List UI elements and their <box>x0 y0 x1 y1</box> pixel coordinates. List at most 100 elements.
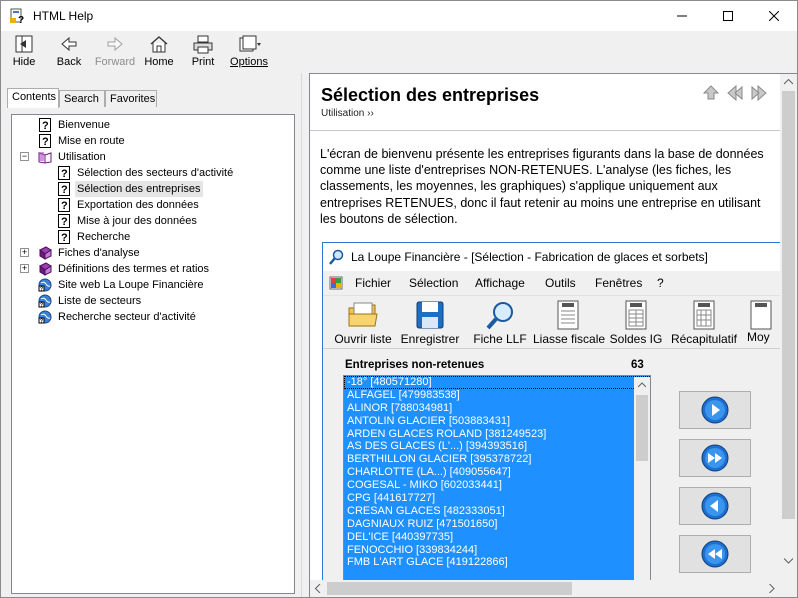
list-item[interactable]: FENOCCHIO [339834244] <box>344 544 650 557</box>
tree-item-label: Fiches d'analyse <box>58 247 140 259</box>
tree-item-label: Liste de secteurs <box>58 295 142 307</box>
web-link-icon: ? <box>38 278 52 292</box>
navigation-pane: Contents Search Favorites ? Bienvenue ? … <box>1 73 301 597</box>
list-item[interactable]: DAGNIAUX RUIZ [471501650] <box>344 518 650 531</box>
maximize-icon <box>723 11 733 21</box>
svg-text:?: ? <box>61 200 68 212</box>
expand-toggle[interactable]: + <box>20 264 29 273</box>
tree-item-label: Mise à jour des données <box>77 215 197 227</box>
forward-arrow-icon <box>107 36 123 52</box>
rewind-icon <box>701 540 729 568</box>
horizontal-scroll-thumb[interactable] <box>327 582 572 595</box>
scroll-up-icon[interactable] <box>784 79 793 85</box>
back-button[interactable]: Back <box>51 33 87 71</box>
list-item[interactable]: FMB L'ART GLACE [419122866] <box>344 556 650 569</box>
selection-panel: Entreprises non-retenues 63 -18° [480571… <box>323 349 781 581</box>
mdi-child-icon <box>329 276 343 290</box>
remove-one-button[interactable] <box>679 487 751 525</box>
menu-fichier[interactable]: Fichier <box>355 276 391 290</box>
up-arrow-icon[interactable] <box>702 84 720 102</box>
svg-text:?: ? <box>61 232 68 244</box>
menu-fenetres[interactable]: Fenêtres <box>595 276 642 290</box>
options-label: Options <box>227 56 271 68</box>
embedded-title-bar: La Loupe Financière - [Sélection - Fabri… <box>323 243 781 271</box>
remove-all-button[interactable] <box>679 535 751 573</box>
tree-item-label: Sélection des secteurs d'activité <box>77 167 234 179</box>
list-item[interactable]: CHARLOTTE (LA...) [409055647] <box>344 466 650 479</box>
maximize-button[interactable] <box>705 1 751 31</box>
scroll-down-icon[interactable] <box>784 558 793 564</box>
liasse-fiscale-button[interactable]: Liasse fiscale <box>533 300 606 346</box>
tree-item-label: Recherche secteur d'activité <box>58 311 196 323</box>
minimize-button[interactable] <box>659 1 705 31</box>
ouvrir-liste-button[interactable]: Ouvrir liste <box>331 300 395 346</box>
menu-help[interactable]: ? <box>657 276 664 290</box>
hide-button[interactable]: Hide <box>7 33 41 71</box>
liasse-fiscale-label: Liasse fiscale <box>533 332 606 346</box>
options-button[interactable]: Options <box>227 33 271 71</box>
list-item[interactable]: ANTOLIN GLACIER [503883431] <box>344 415 650 428</box>
tab-favorites-label: Favorites <box>110 93 156 105</box>
help-page-icon: ? <box>58 198 70 212</box>
list-item[interactable]: COGESAL - MIKO [602033441] <box>344 479 650 492</box>
list-item[interactable]: -18° [480571280] <box>344 376 650 389</box>
web-link-icon: ? <box>38 310 52 324</box>
soldes-ig-button[interactable]: Soldes IG <box>609 300 663 346</box>
hide-pane-icon <box>15 35 33 53</box>
recapitulatif-button[interactable]: Récapitulatif <box>669 300 739 346</box>
add-one-button[interactable] <box>679 391 751 429</box>
add-all-button[interactable] <box>679 439 751 477</box>
back-arrow-icon <box>61 36 77 52</box>
help-page-icon: ? <box>58 230 70 244</box>
home-button[interactable]: Home <box>141 33 177 71</box>
embedded-toolbar: Ouvrir liste Enregistrer Fiche LLF Liass… <box>323 296 781 349</box>
menu-selection[interactable]: Sélection <box>409 276 458 290</box>
fiche-llf-button[interactable]: Fiche LLF <box>473 300 527 346</box>
list-item[interactable]: DEL'ICE [440397735] <box>344 531 650 544</box>
expand-toggle[interactable]: + <box>20 248 29 257</box>
previous-topic-icon[interactable] <box>726 84 744 102</box>
svg-text:?: ? <box>42 136 49 148</box>
help-page-icon: ? <box>39 118 51 132</box>
print-label: Print <box>191 56 215 68</box>
list-item[interactable]: CRESAN GLACES [482333051] <box>344 505 650 518</box>
list-scroll-thumb[interactable] <box>636 395 648 461</box>
svg-text:?: ? <box>61 168 68 180</box>
svg-text:?: ? <box>40 303 43 309</box>
scroll-left-icon[interactable] <box>315 584 321 593</box>
tree-item-label: Sélection des entreprises <box>75 181 203 197</box>
scroll-right-icon[interactable] <box>769 584 775 593</box>
hide-label: Hide <box>12 56 36 68</box>
vertical-scroll-thumb[interactable] <box>782 91 795 519</box>
next-topic-icon[interactable] <box>750 84 768 102</box>
topic-pane: Sélection des entreprises Utilisation ››… <box>309 73 797 597</box>
list-item[interactable]: BERTHILLON GLACIER [395378722] <box>344 453 650 466</box>
tab-contents[interactable]: Contents <box>7 88 59 108</box>
close-button[interactable] <box>751 1 797 31</box>
list-scrollbar[interactable] <box>634 377 650 581</box>
menu-affichage[interactable]: Affichage <box>475 276 525 290</box>
vertical-scrollbar[interactable] <box>780 74 797 580</box>
collapse-toggle[interactable]: − <box>20 152 29 161</box>
list-item[interactable]: AS DES GLACES (L'...) [394393516] <box>344 440 650 453</box>
horizontal-scrollbar[interactable] <box>310 580 780 597</box>
topic-header: Sélection des entreprises Utilisation ›› <box>310 74 780 131</box>
options-icon <box>239 35 261 52</box>
list-item[interactable]: ALFAGEL [479983538] <box>344 389 650 402</box>
scrollbar-corner <box>780 580 797 597</box>
tab-favorites[interactable]: Favorites <box>105 90 157 107</box>
list-item[interactable]: ARDEN GLACES ROLAND [381249523] <box>344 428 650 441</box>
enregistrer-button[interactable]: Enregistrer <box>399 300 461 346</box>
menu-outils[interactable]: Outils <box>545 276 576 290</box>
breadcrumb[interactable]: Utilisation ›› <box>321 108 374 119</box>
minimize-icon <box>677 15 687 17</box>
list-item[interactable]: CPG [441617727] <box>344 492 650 505</box>
magnifier-icon <box>329 249 344 265</box>
list-item[interactable]: ALINOR [788034981] <box>344 402 650 415</box>
print-button[interactable]: Print <box>187 33 219 71</box>
tab-search[interactable]: Search <box>59 90 105 107</box>
moyennes-button[interactable]: Moy <box>747 300 781 344</box>
non-retained-companies-list[interactable]: -18° [480571280] ALFAGEL [479983538] ALI… <box>343 375 651 581</box>
forward-button[interactable]: Forward <box>93 33 137 71</box>
fast-forward-icon <box>701 444 729 472</box>
